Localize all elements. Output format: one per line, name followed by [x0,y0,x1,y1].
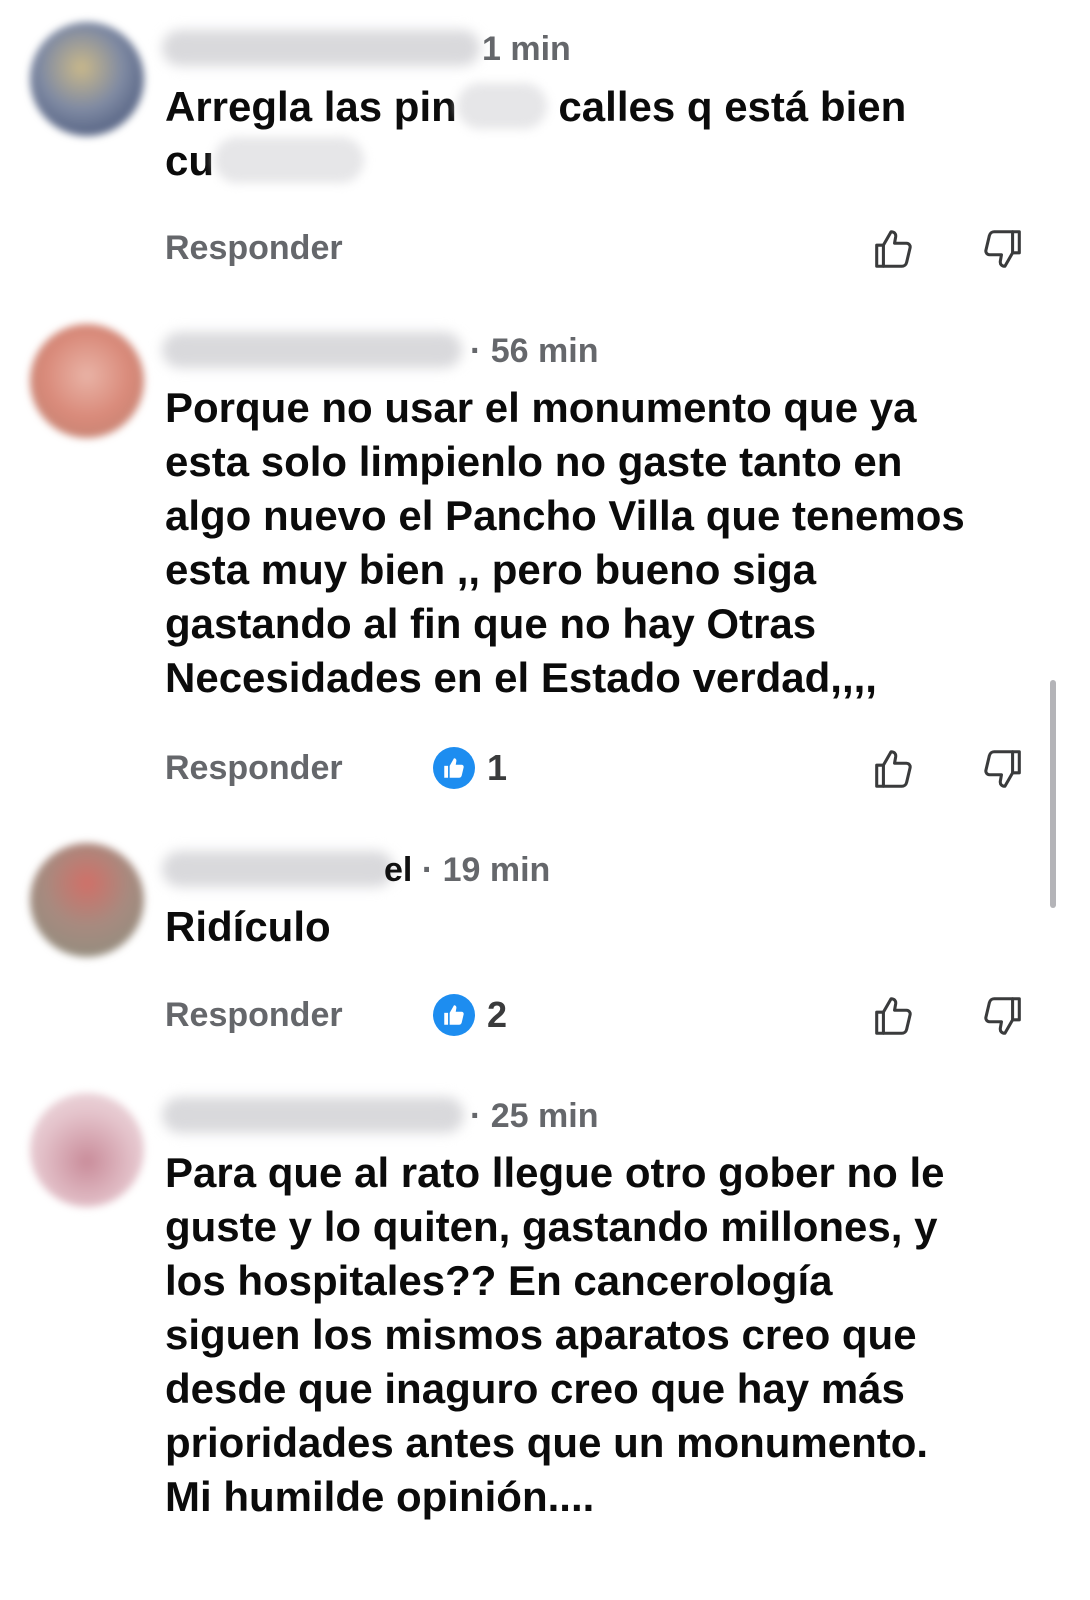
thumbs-up-icon[interactable] [870,226,916,272]
like-reaction-icon [433,994,475,1036]
comment-text: Para que al rato llegue otro gober no le… [165,1149,945,1520]
comment-actions: Responder 1 [165,744,1035,792]
reply-button[interactable]: Responder [165,744,343,792]
thumbs-down-icon[interactable] [980,226,1026,272]
comment-timestamp: 1 min [482,30,571,68]
comment-timestamp: el · 19 min [384,851,551,889]
redacted-word [214,137,365,183]
reaction-count: 1 [487,747,508,788]
reaction-summary[interactable]: 2 [433,993,507,1037]
comment-text: Ridículo [165,903,331,950]
thumbs-down-icon[interactable] [980,993,1026,1039]
comment-actions: Responder 2 [165,991,1035,1039]
reaction-summary[interactable]: 1 [433,746,507,790]
thumbs-up-icon[interactable] [870,993,916,1039]
scrollbar[interactable] [1050,680,1056,908]
author-name-redacted[interactable] [162,332,462,368]
comment-text: Porque no usar el monumento que ya esta … [165,384,965,701]
comment-actions: Responder [165,224,1035,272]
thumbs-down-icon[interactable] [980,746,1026,792]
author-name-redacted[interactable] [162,1097,464,1133]
reaction-count: 2 [487,994,508,1035]
comment-text: Arregla las pin calles q está bien cu [165,83,907,184]
comment-timestamp: · 25 min [470,1097,599,1135]
author-name-redacted[interactable] [162,851,394,887]
reply-button[interactable]: Responder [165,224,343,272]
avatar[interactable] [30,22,144,136]
avatar[interactable] [30,1093,144,1207]
thumbs-up-icon[interactable] [870,746,916,792]
comment-timestamp: · 56 min [470,332,599,370]
like-reaction-icon [433,747,475,789]
avatar[interactable] [30,324,144,438]
redacted-word [456,83,547,129]
avatar[interactable] [30,843,144,957]
author-name-redacted[interactable] [162,30,480,66]
reply-button[interactable]: Responder [165,991,343,1039]
